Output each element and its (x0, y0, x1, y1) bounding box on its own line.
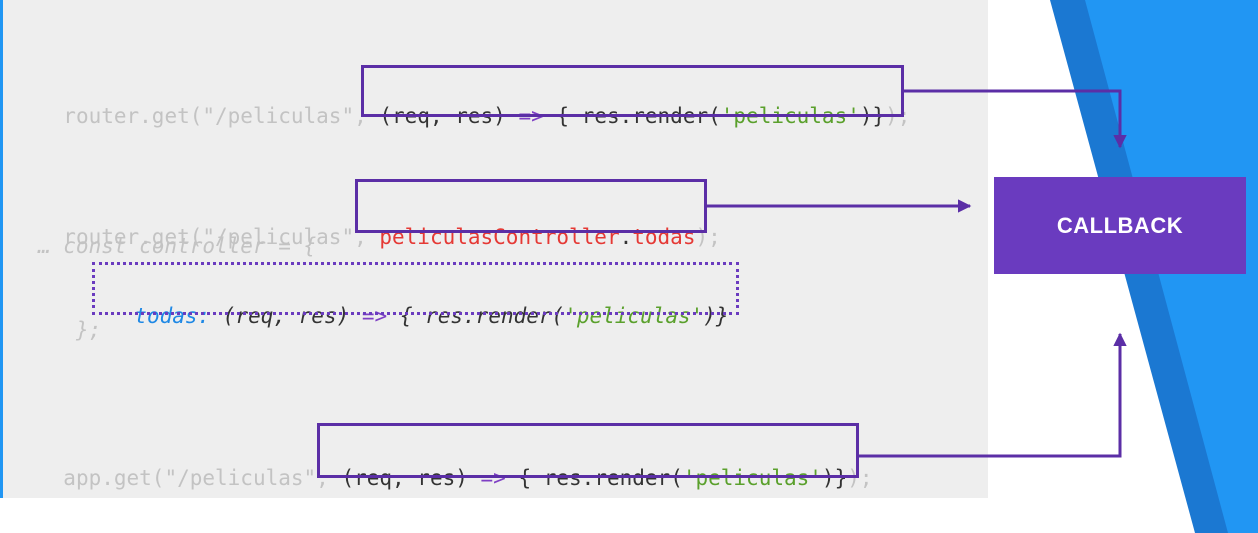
arrow-from-box-1 (904, 89, 1127, 149)
connector-arrows (707, 89, 1127, 458)
arrow-from-box-3 (859, 332, 1127, 458)
